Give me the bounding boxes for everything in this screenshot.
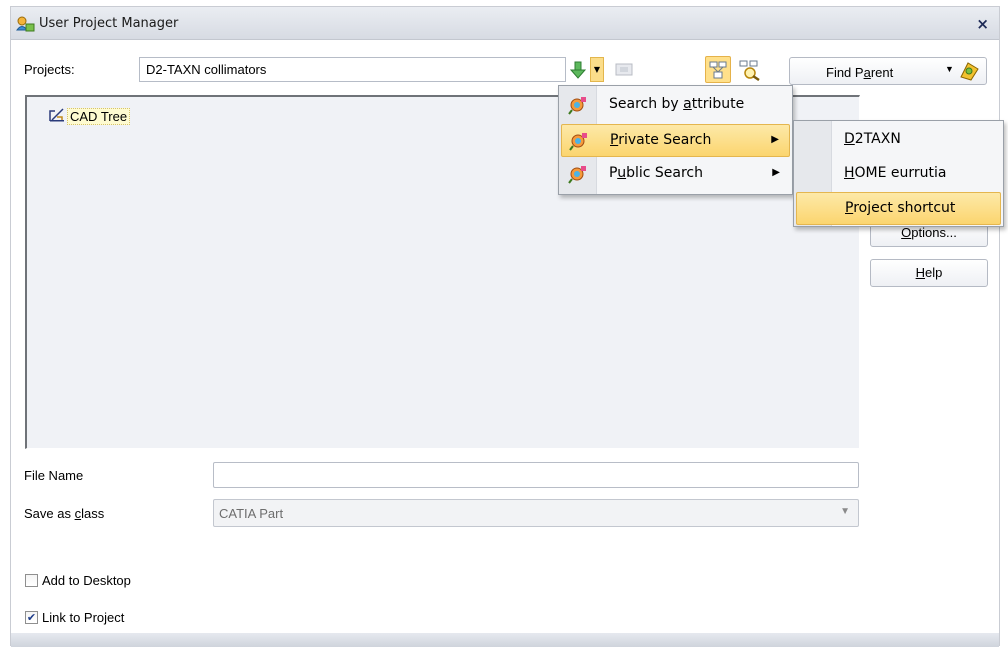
submenu-item-d2taxn[interactable]: D2TAXN [796, 124, 1001, 157]
find-parent-dropdown-arrow[interactable]: ▼ [945, 64, 954, 74]
menu-item-search-by-attribute[interactable]: Search by attribute [561, 89, 790, 122]
menu-item-public-search[interactable]: Public Search ▶ [561, 158, 790, 191]
menu-item-label: Search by attribute [609, 96, 745, 112]
save-as-class-label: Save as class [24, 506, 105, 521]
user-project-manager-icon [15, 15, 35, 33]
file-name-field[interactable] [213, 462, 859, 488]
bottom-status-bar [11, 633, 999, 647]
chevron-down-icon: ▼ [840, 506, 850, 517]
submenu-arrow-icon: ▶ [771, 134, 779, 145]
menu-item-label: D2TAXN [844, 131, 901, 147]
submenu-item-project-shortcut[interactable]: Project shortcut [796, 192, 1001, 225]
tree-root-label[interactable]: CAD Tree [67, 108, 131, 125]
search-attribute-icon [568, 95, 588, 115]
tree-view-icon[interactable] [705, 56, 731, 83]
user-project-manager-window: User Project Manager × Projects: D2-TAXN… [10, 6, 1000, 647]
close-button[interactable]: × [976, 15, 989, 33]
find-parent-icon [958, 61, 980, 84]
submenu-arrow-icon: ▶ [772, 167, 780, 178]
link-to-project-row[interactable]: ✔ Link to Project [25, 610, 124, 625]
menu-item-label: Private Search [610, 132, 712, 148]
file-name-label: File Name [24, 468, 84, 483]
search-dropdown-button[interactable]: ▼ [590, 57, 604, 82]
cad-tree-icon [49, 107, 65, 126]
link-to-project-checkbox[interactable]: ✔ [25, 611, 38, 624]
add-to-desktop-row[interactable]: Add to Desktop [25, 573, 131, 588]
help-button[interactable]: Help [870, 259, 988, 287]
save-as-class-value: CATIA Part [219, 506, 284, 521]
save-as-class-select[interactable]: CATIA Part ▼ [213, 499, 859, 527]
tree-search-icon[interactable] [735, 56, 765, 83]
title-bar: User Project Manager × [11, 7, 999, 40]
menu-item-label: HOME eurrutia [844, 165, 947, 181]
public-search-icon [568, 164, 588, 184]
link-to-project-label: Link to Project [42, 610, 125, 625]
search-menu: Search by attribute Private Search ▶ Pub… [558, 85, 793, 195]
add-to-desktop-checkbox[interactable] [25, 574, 38, 587]
private-search-icon [569, 131, 589, 151]
projects-label: Projects: [24, 62, 75, 77]
private-search-submenu: D2TAXN HOME eurrutia Project shortcut [793, 120, 1004, 227]
green-down-arrow-icon[interactable] [567, 57, 589, 82]
menu-item-private-search[interactable]: Private Search ▶ [561, 124, 790, 157]
window-title: User Project Manager [39, 16, 179, 31]
disabled-bookmark-icon[interactable] [615, 59, 633, 79]
find-parent-button[interactable]: Find Parent ▼ [789, 57, 987, 85]
menu-item-label: Public Search [609, 165, 703, 181]
find-parent-label: Find Parent [826, 65, 894, 80]
menu-item-label: Project shortcut [845, 200, 956, 216]
submenu-item-home-eurrutia[interactable]: HOME eurrutia [796, 158, 1001, 191]
add-to-desktop-label: Add to Desktop [42, 573, 131, 588]
tree-root-node[interactable]: CAD Tree [49, 107, 131, 126]
projects-combo[interactable]: D2-TAXN collimators [139, 57, 566, 82]
